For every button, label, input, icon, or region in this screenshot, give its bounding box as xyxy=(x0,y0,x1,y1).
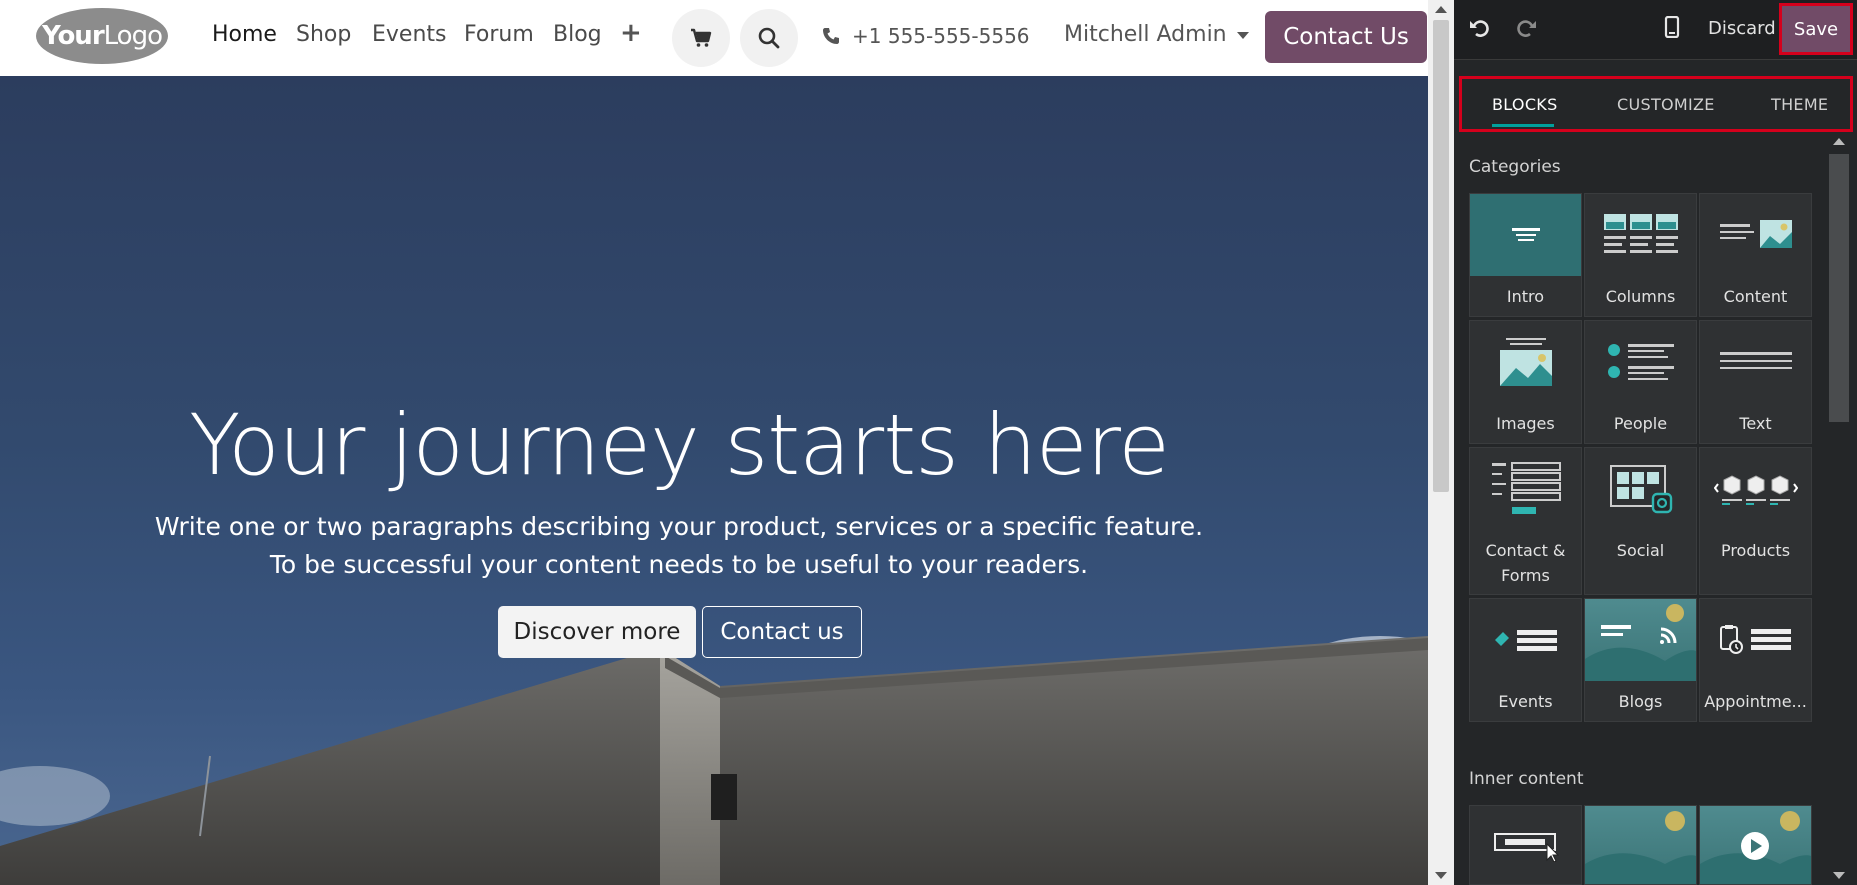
category-blogs[interactable]: Blogs xyxy=(1584,598,1697,722)
nav-shop[interactable]: Shop xyxy=(296,22,351,47)
button-block-icon xyxy=(1493,833,1559,862)
nav-blog[interactable]: Blog xyxy=(553,22,602,47)
category-columns[interactable]: Columns xyxy=(1584,193,1697,317)
tab-theme[interactable]: THEME xyxy=(1771,95,1828,114)
events-icon xyxy=(1494,630,1557,651)
columns-icon xyxy=(1603,214,1678,253)
panel-scrollbar[interactable] xyxy=(1827,132,1851,885)
intro-icon xyxy=(1511,228,1540,241)
category-label: Blogs xyxy=(1618,692,1663,711)
images-icon xyxy=(1499,338,1552,386)
discard-button[interactable]: Discard xyxy=(1708,18,1776,39)
category-label: Images xyxy=(1496,414,1555,433)
chevron-down-icon xyxy=(1236,32,1249,39)
inner-content-heading: Inner content xyxy=(1469,769,1584,789)
panel-scroll-down-icon[interactable] xyxy=(1833,872,1845,879)
scroll-down-arrow-icon[interactable] xyxy=(1435,872,1447,879)
redo-button[interactable] xyxy=(1516,17,1538,43)
search-button[interactable] xyxy=(740,9,798,67)
category-label: Intro xyxy=(1506,287,1545,306)
site-navbar: YourLogo Home Shop Events Forum Blog + xyxy=(0,0,1428,76)
panel-scrollbar-thumb[interactable] xyxy=(1829,154,1849,422)
user-menu[interactable]: Mitchell Admin xyxy=(1064,22,1249,47)
phone-icon xyxy=(823,28,839,44)
user-name: Mitchell Admin xyxy=(1064,22,1227,47)
category-label: Social xyxy=(1616,541,1665,560)
discover-more-button[interactable]: Discover more xyxy=(498,606,696,658)
contact-us-button[interactable]: Contact Us xyxy=(1265,11,1427,63)
category-label: Appointme... xyxy=(1704,692,1807,711)
mobile-preview-button[interactable] xyxy=(1664,15,1680,42)
social-icon xyxy=(1609,465,1672,514)
undo-icon xyxy=(1470,20,1489,37)
cart-button[interactable] xyxy=(672,9,730,67)
logo-text-part2: Logo xyxy=(103,21,163,51)
active-tab-indicator xyxy=(1492,124,1554,127)
undo-button[interactable] xyxy=(1468,17,1490,43)
hero-paragraph-line1: Write one or two paragraphs describing y… xyxy=(154,512,1204,541)
hero-title: Your journey starts here xyxy=(189,396,1170,494)
hero-paragraph-line2: To be successful your content needs to b… xyxy=(269,550,1089,579)
blogs-icon xyxy=(1585,604,1696,681)
category-intro[interactable]: Intro xyxy=(1469,193,1582,317)
nav-forum[interactable]: Forum xyxy=(464,22,534,47)
category-images[interactable]: Images xyxy=(1469,320,1582,444)
category-contact-forms[interactable]: Contact & Forms xyxy=(1469,447,1582,595)
video-block-icon xyxy=(1700,811,1811,884)
category-label: Columns xyxy=(1605,287,1676,306)
website-scrollbar[interactable] xyxy=(1428,0,1454,885)
image-block-icon xyxy=(1585,811,1696,884)
scroll-up-arrow-icon[interactable] xyxy=(1435,6,1447,13)
site-logo[interactable]: Your Logo xyxy=(36,8,168,64)
website-preview: YourLogo Home Shop Events Forum Blog + xyxy=(0,0,1428,885)
category-label: Events xyxy=(1498,692,1553,711)
category-content[interactable]: Content xyxy=(1699,193,1812,317)
category-label: Text xyxy=(1739,414,1772,433)
mobile-icon xyxy=(1664,15,1680,39)
tab-blocks[interactable]: BLOCKS xyxy=(1492,95,1558,114)
contact-us-hero-button[interactable]: Contact us xyxy=(702,606,862,658)
hero-section[interactable]: Your journey starts here Write one or tw… xyxy=(0,76,1428,885)
category-label: Contact & xyxy=(1485,541,1566,560)
category-products[interactable]: Products xyxy=(1699,447,1812,595)
nav-home[interactable]: Home xyxy=(212,22,277,47)
scrollbar-thumb[interactable] xyxy=(1433,20,1449,492)
category-text[interactable]: Text xyxy=(1699,320,1812,444)
logo-text-part1: Your xyxy=(42,21,105,51)
save-button[interactable]: Save xyxy=(1779,3,1853,55)
editor-toolbar: Discard Save xyxy=(1454,0,1857,60)
products-icon xyxy=(1713,475,1798,505)
category-label: Products xyxy=(1720,541,1791,560)
panel-scroll-up-icon[interactable] xyxy=(1833,138,1845,145)
categories-heading: Categories xyxy=(1469,157,1561,177)
category-label-line2: Forms xyxy=(1501,566,1550,585)
inner-content-video[interactable] xyxy=(1699,805,1812,885)
add-menu-item-button[interactable]: + xyxy=(620,18,642,48)
category-label: Content xyxy=(1723,287,1788,306)
inner-content-image[interactable] xyxy=(1584,805,1697,885)
category-label: People xyxy=(1613,414,1668,433)
editor-tabs: BLOCKS CUSTOMIZE THEME xyxy=(1459,76,1853,132)
category-events[interactable]: Events xyxy=(1469,598,1582,722)
category-people[interactable]: People xyxy=(1584,320,1697,444)
search-icon xyxy=(758,27,780,49)
category-appointments[interactable]: Appointme... xyxy=(1699,598,1812,722)
appointments-icon xyxy=(1719,625,1791,654)
inner-content-button[interactable] xyxy=(1469,805,1582,885)
tab-customize[interactable]: CUSTOMIZE xyxy=(1617,95,1715,114)
category-social[interactable]: Social xyxy=(1584,447,1697,595)
content-icon xyxy=(1719,220,1792,248)
phone-link[interactable]: +1 555-555-5556 xyxy=(822,24,1030,48)
nav-events[interactable]: Events xyxy=(372,22,447,47)
cart-icon xyxy=(691,28,712,47)
redo-icon xyxy=(1517,20,1536,37)
phone-number: +1 555-555-5556 xyxy=(852,24,1030,48)
text-icon xyxy=(1719,352,1792,369)
people-icon xyxy=(1607,344,1674,380)
contact-forms-icon xyxy=(1491,462,1561,514)
